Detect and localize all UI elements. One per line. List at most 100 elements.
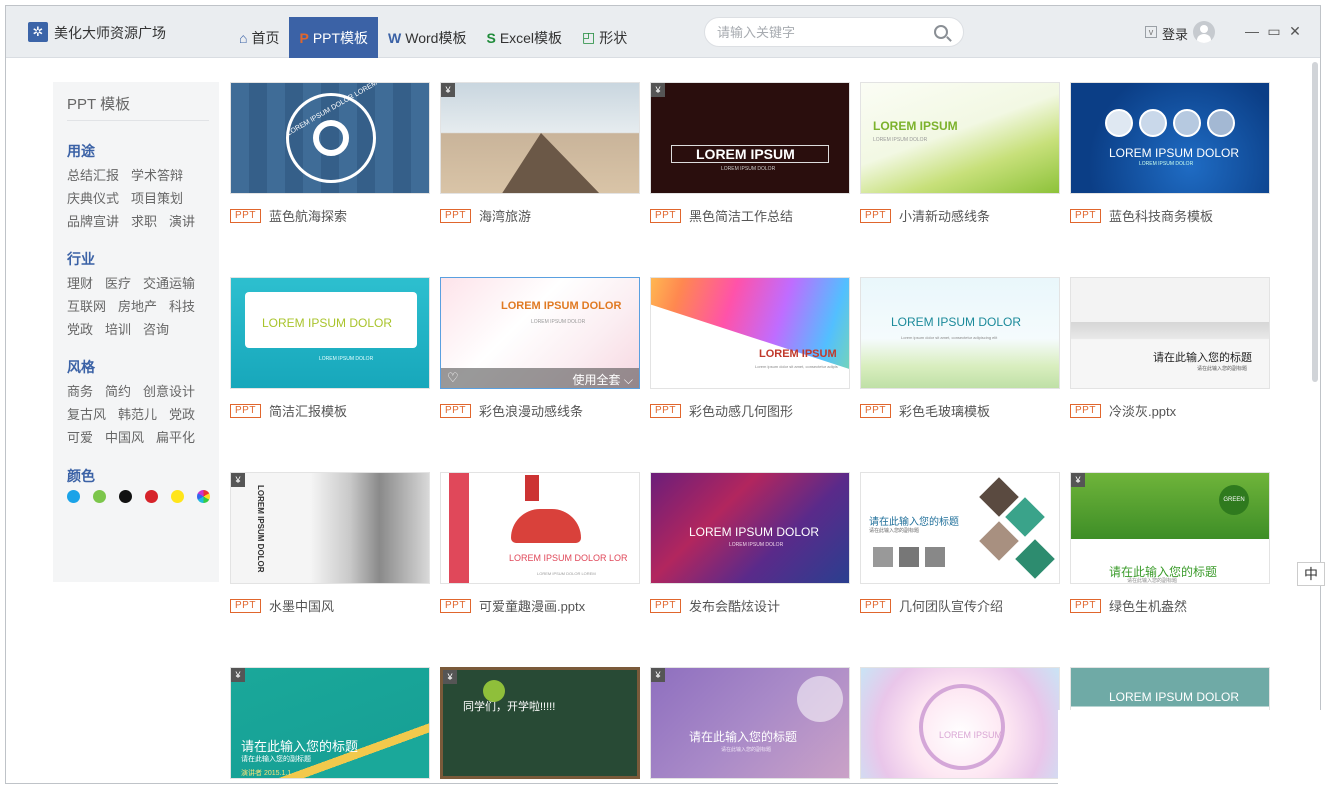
category-item[interactable]: 互联网	[67, 296, 106, 315]
category-item[interactable]: 咨询	[143, 319, 169, 338]
template-name[interactable]: 几何团队宣传介绍	[899, 596, 1003, 615]
template-name[interactable]: 绿色生机盎然	[1109, 596, 1187, 615]
category-item[interactable]: 培训	[105, 319, 131, 338]
template-thumbnail[interactable]: 请在此输入您的标题 请在此输入您的副标题	[1070, 277, 1270, 389]
color-black-dot[interactable]	[119, 490, 132, 503]
template-name[interactable]: 简洁汇报模板	[269, 401, 347, 420]
template-thumbnail[interactable]: LOREM IPSUM DOLOR LOR LOREM IPSUM DOLOR …	[440, 472, 640, 584]
tab-home[interactable]: ⌂ 首页	[229, 17, 289, 58]
avatar[interactable]	[1193, 21, 1215, 43]
category-item[interactable]: 党政	[67, 319, 93, 338]
photo-circle-icon	[1139, 109, 1167, 137]
person-photo-icon	[873, 547, 893, 567]
template-name[interactable]: 发布会酷炫设计	[689, 596, 780, 615]
template-thumbnail[interactable]: LOREM IPSUM DOLOR ¥	[230, 472, 430, 584]
category-item[interactable]: 房地产	[118, 296, 157, 315]
category-item[interactable]: 扁平化	[156, 427, 195, 446]
template-card: LOREM IPSUM DOLOR LOREM IPSUM DOLOR PPT …	[230, 277, 430, 420]
minimize-icon[interactable]: —	[1244, 23, 1260, 39]
ime-indicator[interactable]: 中	[1297, 562, 1325, 586]
template-thumbnail[interactable]: LOREM IPSUM DOLOR LOREM IPSUM DOLOR	[1070, 82, 1270, 194]
template-name[interactable]: 冷淡灰.pptx	[1109, 401, 1176, 420]
category-item[interactable]: 商务	[67, 381, 93, 400]
template-name[interactable]: 小清新动感线条	[899, 206, 990, 225]
template-name[interactable]: 彩色动感几何图形	[689, 401, 793, 420]
template-name[interactable]: 蓝色航海探索	[269, 206, 347, 225]
color-red-dot[interactable]	[145, 490, 158, 503]
template-name[interactable]: 黑色简洁工作总结	[689, 206, 793, 225]
search-input[interactable]	[704, 17, 964, 47]
category-head-color: 颜色	[67, 468, 95, 484]
template-thumbnail[interactable]: LOREM IPSUM LOREM IPSUM DOLOR ¥	[650, 82, 850, 194]
category-item[interactable]: 中国风	[105, 427, 144, 446]
tab-ppt-templates[interactable]: P PPT模板	[289, 17, 379, 58]
category-item[interactable]: 科技	[169, 296, 195, 315]
template-thumbnail[interactable]: LOREM IPSUM Lorem ipsum dolor sit amet, …	[650, 277, 850, 389]
shape-icon: ◰	[582, 29, 596, 45]
template-thumbnail[interactable]: LOREM IPSUM DOLOR LOREM IPSUM DOLOR	[650, 472, 850, 584]
template-thumbnail[interactable]: 同学们，开学啦!!!!! ¥	[440, 667, 640, 779]
color-green-dot[interactable]	[93, 490, 106, 503]
category-item[interactable]: 党政	[169, 404, 195, 423]
close-icon[interactable]: ✕	[1287, 23, 1303, 39]
template-thumbnail[interactable]: 请在此输入您的标题 请在此输入您的副标题 演讲者 2015.1.1 ¥	[230, 667, 430, 779]
template-name[interactable]: 彩色浪漫动感线条	[479, 401, 583, 420]
template-thumbnail[interactable]: ¥	[440, 82, 640, 194]
thumb-subtitle: 请在此输入您的副标题	[1127, 578, 1178, 584]
color-blue-dot[interactable]	[67, 490, 80, 503]
thumb-title: LOREM IPSUM DOLOR	[262, 316, 393, 330]
template-name[interactable]: 水墨中国风	[269, 596, 334, 615]
category-item[interactable]: 可爱	[67, 427, 93, 446]
thumb-subtitle: 请在此输入您的副标题	[869, 528, 920, 534]
heart-icon[interactable]: ♡	[447, 370, 459, 386]
category-item[interactable]: 简约	[105, 381, 131, 400]
template-thumbnail[interactable]: GREEN 请在此输入您的标题 请在此输入您的副标题 ¥	[1070, 472, 1270, 584]
category-item[interactable]: 创意设计	[143, 381, 195, 400]
color-multi-dot[interactable]	[197, 490, 210, 503]
tab-shapes[interactable]: ◰ 形状	[572, 17, 637, 58]
category-item[interactable]: 学术答辩	[131, 165, 183, 184]
template-thumbnail[interactable]: LOREM IPSUM LOREM IPSUM DOLOR	[860, 82, 1060, 194]
thumb-subtitle: LOREM IPSUM DOLOR LOREM	[537, 571, 596, 576]
template-name[interactable]: 海湾旅游	[479, 206, 531, 225]
green-badge: GREEN	[1219, 485, 1249, 515]
thumb-title: 请在此输入您的标题	[1153, 352, 1252, 364]
category-item[interactable]: 理财	[67, 273, 93, 292]
vertical-scrollbar[interactable]	[1312, 62, 1318, 382]
template-thumbnail[interactable]: 请在此输入您的标题 请在此输入您的副标题	[860, 472, 1060, 584]
category-item[interactable]: 庆典仪式	[67, 188, 119, 207]
excel-icon: S	[486, 29, 496, 46]
category-item[interactable]: 求职	[131, 211, 157, 230]
template-thumbnail[interactable]: LOREM IPSUM DOLOR LOREM	[230, 82, 430, 194]
category-item[interactable]: 韩范儿	[118, 404, 157, 423]
thumb-subtitle: 请在此输入您的副标题	[721, 747, 772, 753]
login-link[interactable]: 登录	[1162, 24, 1188, 43]
category-item[interactable]: 医疗	[105, 273, 131, 292]
template-name[interactable]: 可爱童趣漫画.pptx	[479, 596, 585, 615]
ppt-badge: PPT	[1070, 598, 1101, 613]
template-thumbnail[interactable]: LOREM IPSUM DOLOR LOREM IPSUM DOLOR	[230, 277, 430, 389]
category-item[interactable]: 项目策划	[131, 188, 183, 207]
category-item[interactable]: 交通运输	[143, 273, 195, 292]
template-name[interactable]: 蓝色科技商务模板	[1109, 206, 1213, 225]
use-full-set-button[interactable]: 使用全套 ⌵	[573, 371, 633, 388]
ppt-badge: PPT	[860, 208, 891, 223]
maximize-icon[interactable]: ▭	[1266, 23, 1282, 39]
tab-excel-templates[interactable]: S Excel模板	[476, 17, 572, 58]
tab-word-templates[interactable]: W Word模板	[378, 17, 476, 58]
category-item[interactable]: 演讲	[169, 211, 195, 230]
template-card: LOREM IPSUM DOLOR ¥ PPT 水墨中国风	[230, 472, 430, 615]
template-thumbnail[interactable]: 请在此输入您的标题 请在此输入您的副标题 ¥	[650, 667, 850, 779]
template-thumbnail[interactable]: LOREM IPSUM DOLOR Lorem ipsum dolor sit …	[860, 277, 1060, 389]
template-thumbnail[interactable]: LOREM IPSUM	[860, 667, 1060, 779]
template-card: LOREM IPSUM DOLOR Lorem ipsum dolor sit …	[860, 277, 1060, 420]
template-name[interactable]: 彩色毛玻璃模板	[899, 401, 990, 420]
template-card: 请在此输入您的标题 请在此输入您的副标题 PPT 冷淡灰.pptx	[1070, 277, 1270, 420]
category-item[interactable]: 复古风	[67, 404, 106, 423]
search-icon[interactable]	[934, 25, 948, 39]
template-thumbnail[interactable]: LOREM IPSUM DOLOR LOREM IPSUM DOLOR ♡ 使用…	[440, 277, 640, 389]
color-yellow-dot[interactable]	[171, 490, 184, 503]
template-meta: PPT 彩色浪漫动感线条	[440, 401, 583, 420]
category-item[interactable]: 品牌宣讲	[67, 211, 119, 230]
category-item[interactable]: 总结汇报	[67, 165, 119, 184]
